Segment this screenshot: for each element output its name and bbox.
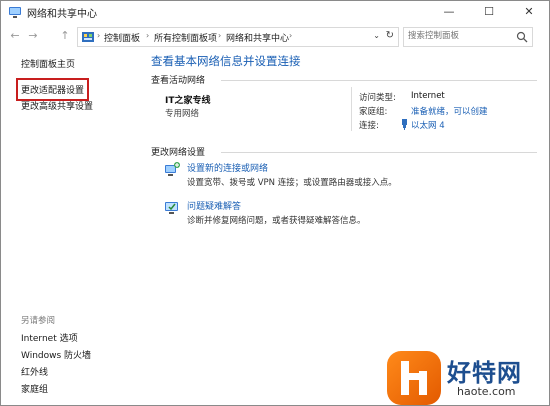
connections-label: 连接: — [359, 121, 379, 131]
window-title: 网络和共享中心 — [27, 9, 97, 20]
watermark-text: 好特网 — [447, 359, 522, 387]
new-connection-icon — [165, 162, 180, 176]
watermark-url: haote.com — [457, 385, 516, 398]
homegroup-link[interactable]: 准备就绪，可以创建 — [411, 105, 488, 117]
homegroup-label: 家庭组: — [359, 107, 388, 117]
sidebar-link-control-panel-home[interactable]: 控制面板主页 — [21, 57, 75, 70]
breadcrumb-separator[interactable]: › — [218, 31, 221, 40]
access-type-label: 访问类型: — [359, 93, 396, 103]
forward-icon[interactable]: → — [25, 28, 41, 44]
address-dropdown-icon[interactable]: ⌄ — [373, 31, 380, 40]
sidebar-link-change-adapter[interactable]: 更改适配器设置 — [15, 78, 90, 101]
search-box[interactable] — [403, 27, 533, 47]
divider — [221, 80, 537, 81]
see-also-internet-options[interactable]: Internet 选项 — [21, 331, 78, 344]
breadcrumb-control-panel[interactable]: 控制面板 — [104, 31, 140, 44]
see-also-infrared[interactable]: 红外线 — [21, 365, 48, 378]
minimize-button[interactable]: — — [429, 1, 469, 23]
active-network-panel: IT之家专线 专用网络 访问类型: Internet 家庭组: 准备就绪，可以创… — [151, 85, 537, 133]
left-sidebar: 控制面板主页 更改适配器设置 更改高级共享设置 另请参阅 Internet 选项… — [1, 49, 129, 405]
connection-ethernet-link[interactable]: 以太网 4 — [411, 119, 445, 131]
navigation-bar: ← → ↑ › 控制面板 › 所有控制面板项 › 网络和共享中心 › ⌄ ↻ — [1, 25, 549, 49]
network-name: IT之家专线 — [165, 96, 211, 106]
troubleshoot-desc: 诊断并修复网络问题，或者获得疑难解答信息。 — [187, 216, 366, 226]
search-icon[interactable] — [516, 31, 528, 43]
see-also-heading: 另请参阅 — [21, 316, 56, 326]
setup-connection-desc: 设置宽带、拨号或 VPN 连接；或设置路由器或接入点。 — [187, 178, 397, 188]
troubleshoot-icon — [165, 202, 178, 214]
see-also-windows-firewall[interactable]: Windows 防火墙 — [21, 348, 91, 361]
see-also-homegroup[interactable]: 家庭组 — [21, 382, 48, 395]
refresh-icon[interactable]: ↻ — [386, 30, 394, 41]
ethernet-icon — [402, 119, 407, 130]
main-content: 查看基本网络信息并设置连接 查看活动网络 IT之家专线 专用网络 访问类型: I… — [151, 49, 549, 405]
address-bar[interactable]: › 控制面板 › 所有控制面板项 › 网络和共享中心 › ⌄ ↻ — [77, 27, 399, 47]
search-input[interactable] — [408, 29, 508, 43]
title-bar[interactable]: 网络和共享中心 — ☐ ✕ — [1, 1, 549, 23]
breadcrumb-separator[interactable]: › — [289, 31, 292, 40]
divider — [221, 152, 537, 153]
access-type-value: Internet — [411, 91, 445, 101]
breadcrumb-network-center[interactable]: 网络和共享中心 — [226, 31, 289, 44]
page-title: 查看基本网络信息并设置连接 — [151, 54, 301, 68]
breadcrumb-all-items[interactable]: 所有控制面板项 — [154, 31, 217, 44]
up-icon[interactable]: ↑ — [57, 28, 73, 44]
haote-logo — [387, 351, 441, 405]
network-sharing-center-window: 网络和共享中心 — ☐ ✕ ← → ↑ › 控制面板 › 所有控制面板项 › 网… — [0, 0, 550, 406]
control-panel-icon — [82, 32, 94, 42]
sidebar-link-advanced-sharing[interactable]: 更改高级共享设置 — [21, 99, 93, 112]
divider — [351, 87, 352, 131]
network-type: 专用网络 — [165, 109, 200, 119]
breadcrumb-separator[interactable]: › — [146, 31, 149, 40]
troubleshoot-link[interactable]: 问题疑难解答 — [187, 199, 241, 212]
breadcrumb-separator[interactable]: › — [97, 31, 100, 40]
maximize-button[interactable]: ☐ — [469, 1, 509, 23]
network-app-icon — [9, 7, 21, 18]
close-button[interactable]: ✕ — [509, 1, 549, 23]
change-settings-heading: 更改网络设置 — [151, 148, 206, 158]
setup-connection-link[interactable]: 设置新的连接或网络 — [187, 161, 268, 174]
back-icon[interactable]: ← — [7, 28, 23, 44]
